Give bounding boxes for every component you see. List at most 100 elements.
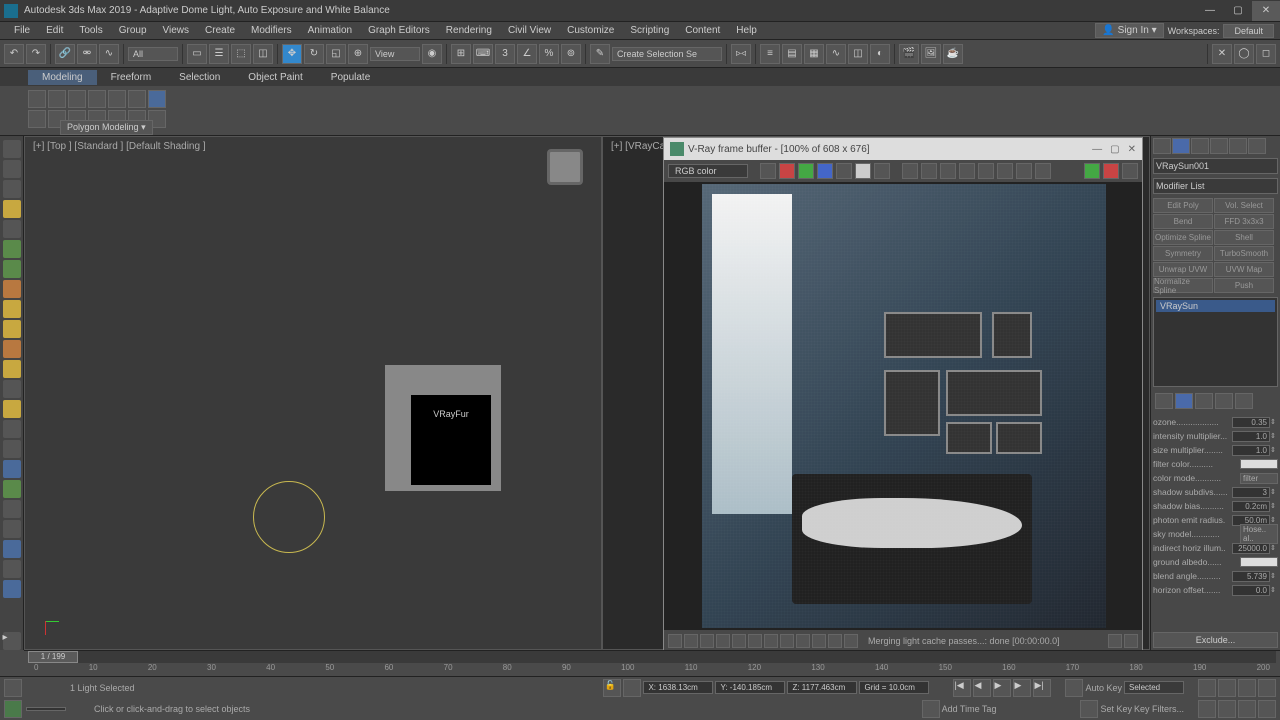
object-name-field[interactable]: VRaySun001 <box>1153 158 1278 174</box>
ribbon-btn[interactable] <box>128 90 146 108</box>
ribbon-btn-blue[interactable] <box>148 90 166 108</box>
polygon-modeling-dropdown[interactable]: Polygon Modeling ▾ <box>60 120 153 135</box>
stack-item-vraysun[interactable]: VRaySun <box>1156 300 1275 312</box>
tool-icon[interactable] <box>3 540 21 558</box>
toggle-button[interactable]: ▦ <box>804 44 824 64</box>
layer-button[interactable]: ▤ <box>782 44 802 64</box>
close-button[interactable]: ✕ <box>1252 1 1280 21</box>
nav-orbit-button[interactable] <box>1258 679 1276 697</box>
vfb-btn[interactable] <box>760 163 776 179</box>
mod-turbosmooth[interactable]: TurboSmooth <box>1214 246 1274 261</box>
nav-zoom-ext-button[interactable] <box>1198 700 1216 718</box>
param-dropdown[interactable]: Hose.. al.. <box>1240 524 1278 544</box>
selection-filter-dropdown[interactable]: All <box>128 47 178 61</box>
vfb-maximize-button[interactable]: ▢ <box>1110 144 1119 155</box>
mod-optimizespline[interactable]: Optimize Spline <box>1153 230 1213 245</box>
mod-volselect[interactable]: Vol. Select <box>1214 198 1274 213</box>
maximize-button[interactable]: ▢ <box>1224 1 1252 21</box>
material-editor-button[interactable]: ◐ <box>870 44 890 64</box>
motion-tab-icon[interactable] <box>1210 138 1228 154</box>
menu-civilview[interactable]: Civil View <box>500 23 559 38</box>
keyfilters-button[interactable]: Key Filters... <box>1134 704 1184 714</box>
undo-button[interactable]: ↶ <box>4 44 24 64</box>
script-toggle-button[interactable] <box>4 679 22 697</box>
tool-icon[interactable] <box>3 300 21 318</box>
isolate-button[interactable] <box>623 679 641 697</box>
param-spinner[interactable]: 3 <box>1232 487 1270 498</box>
vfb-render-button[interactable] <box>1084 163 1100 179</box>
spinner-arrows-icon[interactable]: ⇕ <box>1270 572 1278 580</box>
menu-animation[interactable]: Animation <box>300 23 360 38</box>
modifier-stack[interactable]: VRaySun <box>1153 297 1278 387</box>
select-button[interactable]: ▭ <box>187 44 207 64</box>
ribbon-tab-objectpaint[interactable]: Object Paint <box>234 70 316 85</box>
tool-icon[interactable] <box>3 380 21 398</box>
menu-create[interactable]: Create <box>197 23 243 38</box>
nav-fov-button[interactable] <box>1218 700 1236 718</box>
vfb-stop-button[interactable] <box>1103 163 1119 179</box>
create-tab-icon[interactable] <box>1153 138 1171 154</box>
menu-tools[interactable]: Tools <box>71 23 110 38</box>
spinner-arrows-icon[interactable]: ⇕ <box>1270 418 1278 426</box>
color-swatch[interactable] <box>1240 557 1278 567</box>
tool-icon[interactable] <box>3 260 21 278</box>
vfb-save-button[interactable] <box>902 163 918 179</box>
vfb-close-button[interactable]: ✕ <box>1128 144 1136 155</box>
viewport-top[interactable]: [+] [Top ] [Standard ] [Default Shading … <box>24 136 602 650</box>
menu-rendering[interactable]: Rendering <box>438 23 500 38</box>
viewport-label[interactable]: [+] [Top ] [Standard ] [Default Shading … <box>33 141 206 152</box>
nav-zoom-all-button[interactable] <box>1218 679 1236 697</box>
show-result-button[interactable] <box>1175 393 1193 409</box>
spinner-arrows-icon[interactable]: ⇕ <box>1270 502 1278 510</box>
vfb-status-btn[interactable] <box>844 634 858 648</box>
menu-modifiers[interactable]: Modifiers <box>243 23 300 38</box>
minimize-button[interactable]: — <box>1196 1 1224 21</box>
vfb-status-btn[interactable] <box>812 634 826 648</box>
mod-bend[interactable]: Bend <box>1153 214 1213 229</box>
ribbon-btn[interactable] <box>28 110 46 128</box>
set-key-button[interactable] <box>1080 700 1098 718</box>
mod-ffd[interactable]: FFD 3x3x3 <box>1214 214 1274 229</box>
keyboard-button[interactable]: ⌨ <box>473 44 493 64</box>
vfb-status-btn[interactable] <box>748 634 762 648</box>
menu-help[interactable]: Help <box>728 23 765 38</box>
mod-uvwmap[interactable]: UVW Map <box>1214 262 1274 277</box>
make-unique-button[interactable] <box>1195 393 1213 409</box>
ribbon-btn[interactable] <box>48 90 66 108</box>
param-spinner[interactable]: 0.35 <box>1232 417 1270 428</box>
utilities-tab-icon[interactable] <box>1248 138 1266 154</box>
viewport-camera[interactable]: [+] [VRayCam V-Ray frame buffer - [100% … <box>602 136 1150 650</box>
remove-mod-button[interactable] <box>1215 393 1233 409</box>
tool-icon[interactable] <box>3 560 21 578</box>
script-input[interactable] <box>26 707 66 711</box>
vfb-status-btn[interactable] <box>780 634 794 648</box>
tool-icon[interactable] <box>3 140 21 158</box>
nav-zoom-button[interactable] <box>1198 679 1216 697</box>
window-select-button[interactable]: ◫ <box>253 44 273 64</box>
param-spinner[interactable]: 1.0 <box>1232 431 1270 442</box>
manipulate-button[interactable]: ⊞ <box>451 44 471 64</box>
bind-button[interactable]: ∿ <box>99 44 119 64</box>
menu-group[interactable]: Group <box>111 23 155 38</box>
vfb-red-channel-button[interactable] <box>779 163 795 179</box>
ribbon-btn[interactable] <box>88 90 106 108</box>
prev-frame-button[interactable]: ◀ <box>973 679 991 697</box>
menu-views[interactable]: Views <box>155 23 198 38</box>
z-coord-field[interactable]: Z: 1177.463cm <box>787 681 857 694</box>
signin-button[interactable]: 👤 Sign In ▾ <box>1095 23 1163 38</box>
nav-pan-button[interactable] <box>1238 679 1256 697</box>
menu-grapheditors[interactable]: Graph Editors <box>360 23 438 38</box>
x-coord-field[interactable]: X: 1638.13cm <box>643 681 713 694</box>
spinner-arrows-icon[interactable]: ⇕ <box>1270 544 1278 552</box>
tool-icon[interactable] <box>3 200 21 218</box>
vfb-channel-dropdown[interactable]: RGB color <box>668 164 748 178</box>
configure-button[interactable] <box>1235 393 1253 409</box>
tool-icon[interactable] <box>3 580 21 598</box>
param-spinner[interactable]: 0.0 <box>1232 585 1270 596</box>
spinner-arrows-icon[interactable]: ⇕ <box>1270 446 1278 454</box>
angle-snap-button[interactable]: ∠ <box>517 44 537 64</box>
exclude-button[interactable]: Exclude... <box>1153 632 1278 648</box>
vfb-alpha-button[interactable] <box>836 163 852 179</box>
pivot-button[interactable]: ◉ <box>422 44 442 64</box>
rendered-frame-button[interactable]: 🖼 <box>921 44 941 64</box>
